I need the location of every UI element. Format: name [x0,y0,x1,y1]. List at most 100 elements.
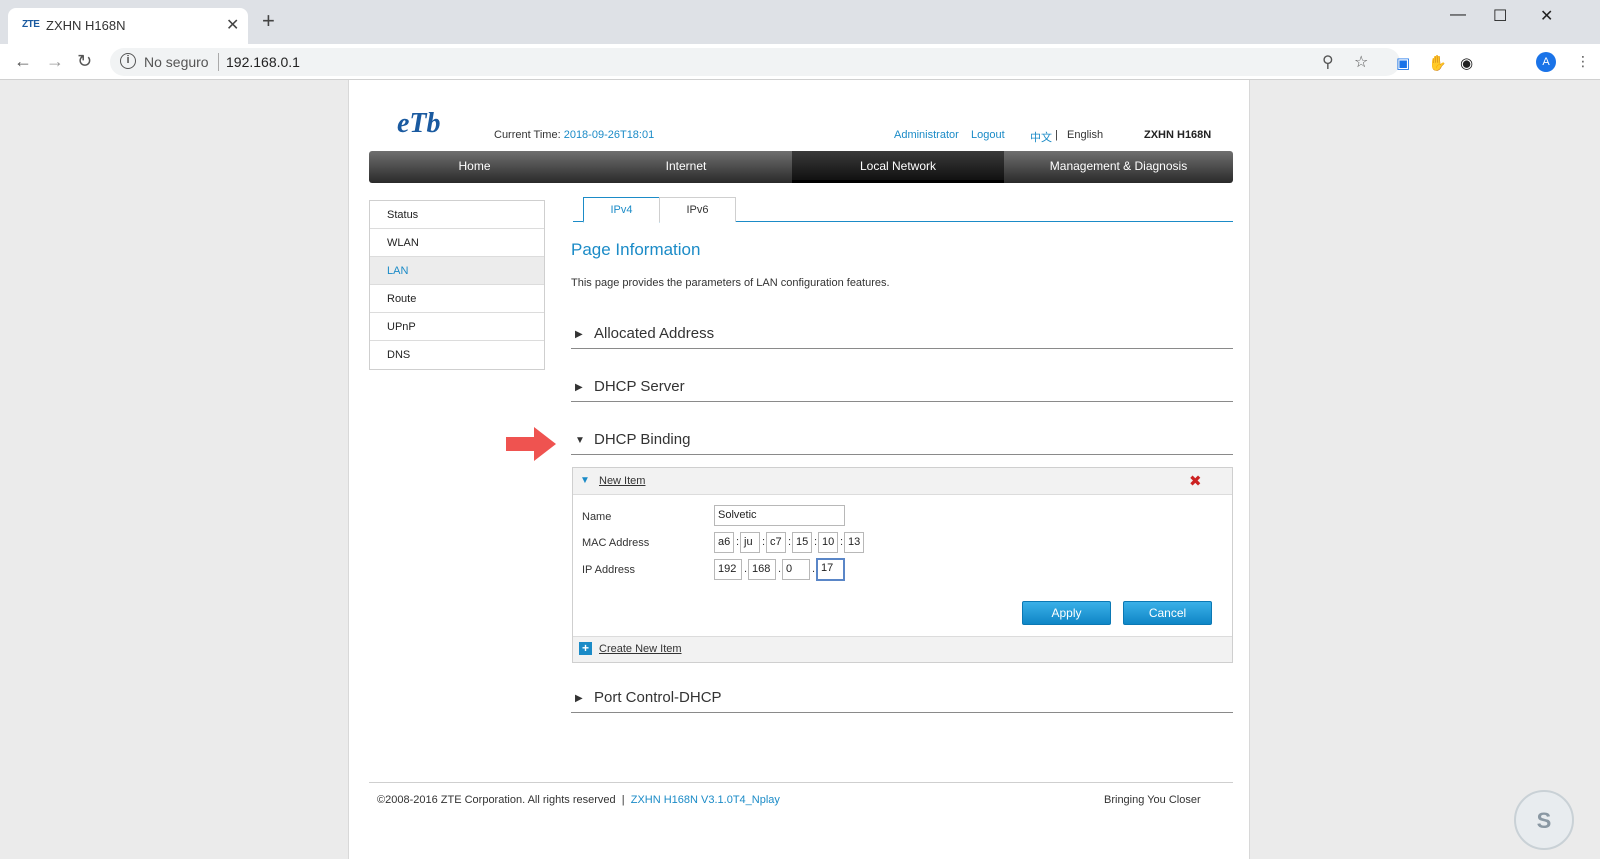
nav-local-network[interactable]: Local Network [792,151,1004,183]
section-title: Port Control-DHCP [594,689,722,706]
window-close-icon[interactable]: ✕ [1540,6,1553,26]
mac-octet-input[interactable]: 10 [818,532,838,553]
url-text[interactable]: 192.168.0.1 [226,54,300,70]
solvetic-watermark-icon: S [1514,790,1574,850]
device-model: ZXHN H168N [1144,129,1212,141]
vpn-extension-icon[interactable]: ◉ [1460,54,1473,72]
ip-separator: . [778,563,782,575]
tab-ipv4[interactable]: IPv4 [583,197,660,223]
security-label: No seguro [144,54,209,70]
mac-octet-input[interactable]: a6 [714,532,734,553]
footer-separator: | [621,794,625,806]
sidebar-item-route[interactable]: Route [370,285,544,313]
mac-octet-input[interactable]: c7 [766,532,786,553]
collapsed-arrow-icon: ▶ [575,693,583,704]
copyright-text: ©2008-2016 ZTE Corporation. All rights r… [377,794,616,806]
create-item-bar: + Create New Item [573,636,1232,662]
sidebar: Status WLAN LAN Route UPnP DNS [369,200,545,370]
footer-slogan: Bringing You Closer [1104,794,1201,806]
current-time: Current Time: 2018-09-26T18:01 [494,129,654,141]
extension-icon[interactable]: ✋ [1428,54,1447,72]
binding-item-panel: ▼ New Item ✖ Name Solvetic MAC Address a… [572,467,1233,663]
lang-english-link[interactable]: English [1067,129,1103,141]
collapsed-arrow-icon: ▶ [575,329,583,340]
mac-octet-input[interactable]: 13 [844,532,864,553]
apply-button[interactable]: Apply [1022,601,1111,625]
ip-label: IP Address [582,564,635,576]
ip-version-tabs: IPv4 IPv6 [573,197,1233,223]
section-title: Allocated Address [594,325,715,342]
mac-separator: : [814,536,818,548]
section-dhcp-binding[interactable]: ▼ DHCP Binding [571,428,1233,455]
router-page: eTb Current Time: 2018-09-26T18:01 Admin… [348,80,1250,859]
nav-management-diagnosis[interactable]: Management & Diagnosis [1004,151,1233,183]
cancel-button[interactable]: Cancel [1123,601,1212,625]
mac-separator: : [840,536,844,548]
zte-favicon-icon: ZTE [22,19,40,30]
reload-icon[interactable]: ↻ [77,51,92,72]
mac-separator: : [736,536,740,548]
back-arrow-icon[interactable]: ← [14,51,32,72]
create-new-item-link[interactable]: Create New Item [599,643,682,655]
tab-title: ZXHN H168N [46,18,126,33]
ip-octet-input-focused[interactable]: 17 [816,558,845,581]
sidebar-item-dns[interactable]: DNS [370,341,544,369]
bookmark-star-icon[interactable]: ☆ [1354,52,1368,72]
tab-ipv6[interactable]: IPv6 [659,197,736,222]
ip-octet-input[interactable]: 168 [748,559,776,580]
mac-separator: : [788,536,792,548]
browser-tabstrip: ZTE ZXHN H168N ✕ + — ☐ ✕ [0,0,1600,44]
section-title: DHCP Server [594,378,685,395]
nav-internet[interactable]: Internet [580,151,792,183]
binding-item-header[interactable]: ▼ New Item ✖ [573,468,1232,495]
address-bar[interactable]: i No seguro 192.168.0.1 ⚲ ☆ [110,48,1400,76]
item-expanded-arrow-icon[interactable]: ▼ [580,475,590,486]
profile-avatar[interactable]: A [1536,52,1556,72]
administrator-link[interactable]: Administrator [894,129,959,141]
new-item-link[interactable]: New Item [599,475,645,487]
main-nav: Home Internet Local Network Management &… [369,151,1233,183]
mac-octet-input[interactable]: 15 [792,532,812,553]
ip-octet-input[interactable]: 192 [714,559,742,580]
lang-chinese-link[interactable]: 中文 [1030,129,1052,145]
maximize-icon[interactable]: ☐ [1493,6,1507,26]
ip-separator: . [812,563,816,575]
expanded-arrow-icon: ▼ [575,435,585,446]
page-info-description: This page provides the parameters of LAN… [571,277,890,289]
sidebar-item-upnp[interactable]: UPnP [370,313,544,341]
mac-separator: : [762,536,766,548]
section-port-control-dhcp[interactable]: ▶ Port Control-DHCP [571,686,1233,713]
name-label: Name [582,511,612,523]
menu-kebab-icon[interactable]: ⋮ [1576,53,1590,70]
section-dhcp-server[interactable]: ▶ DHCP Server [571,375,1233,402]
mac-octet-input[interactable]: ju [740,532,760,553]
ip-octet-input[interactable]: 0 [782,559,810,580]
delete-icon[interactable]: ✖ [1189,472,1202,490]
current-time-label: Current Time: [494,129,561,141]
sidebar-item-lan[interactable]: LAN [370,257,544,285]
zoom-icon[interactable]: ⚲ [1322,52,1334,72]
name-input[interactable]: Solvetic [714,505,845,526]
mac-label: MAC Address [582,537,650,549]
minimize-icon[interactable]: — [1450,6,1466,24]
plus-icon[interactable]: + [579,642,592,655]
current-time-value: 2018-09-26T18:01 [563,129,655,141]
cast-extension-icon[interactable]: ▣ [1396,54,1410,72]
section-title: DHCP Binding [594,431,691,448]
lang-separator: | [1055,129,1058,141]
tab-close-icon[interactable]: ✕ [226,15,239,35]
forward-arrow-icon[interactable]: → [46,51,64,72]
info-icon[interactable]: i [120,53,136,69]
browser-tab[interactable]: ZTE ZXHN H168N ✕ [8,8,248,44]
firmware-version: ZXHN H168N V3.1.0T4_Nplay [630,794,780,806]
nav-home[interactable]: Home [369,151,580,183]
omnibox-divider [218,53,219,71]
logout-link[interactable]: Logout [971,129,1005,141]
footer-divider [369,782,1233,783]
sidebar-item-status[interactable]: Status [370,201,544,229]
section-allocated-address[interactable]: ▶ Allocated Address [571,322,1233,349]
page-info-title: Page Information [571,240,701,259]
sidebar-item-wlan[interactable]: WLAN [370,229,544,257]
new-tab-button[interactable]: + [262,10,275,32]
collapsed-arrow-icon: ▶ [575,382,583,393]
